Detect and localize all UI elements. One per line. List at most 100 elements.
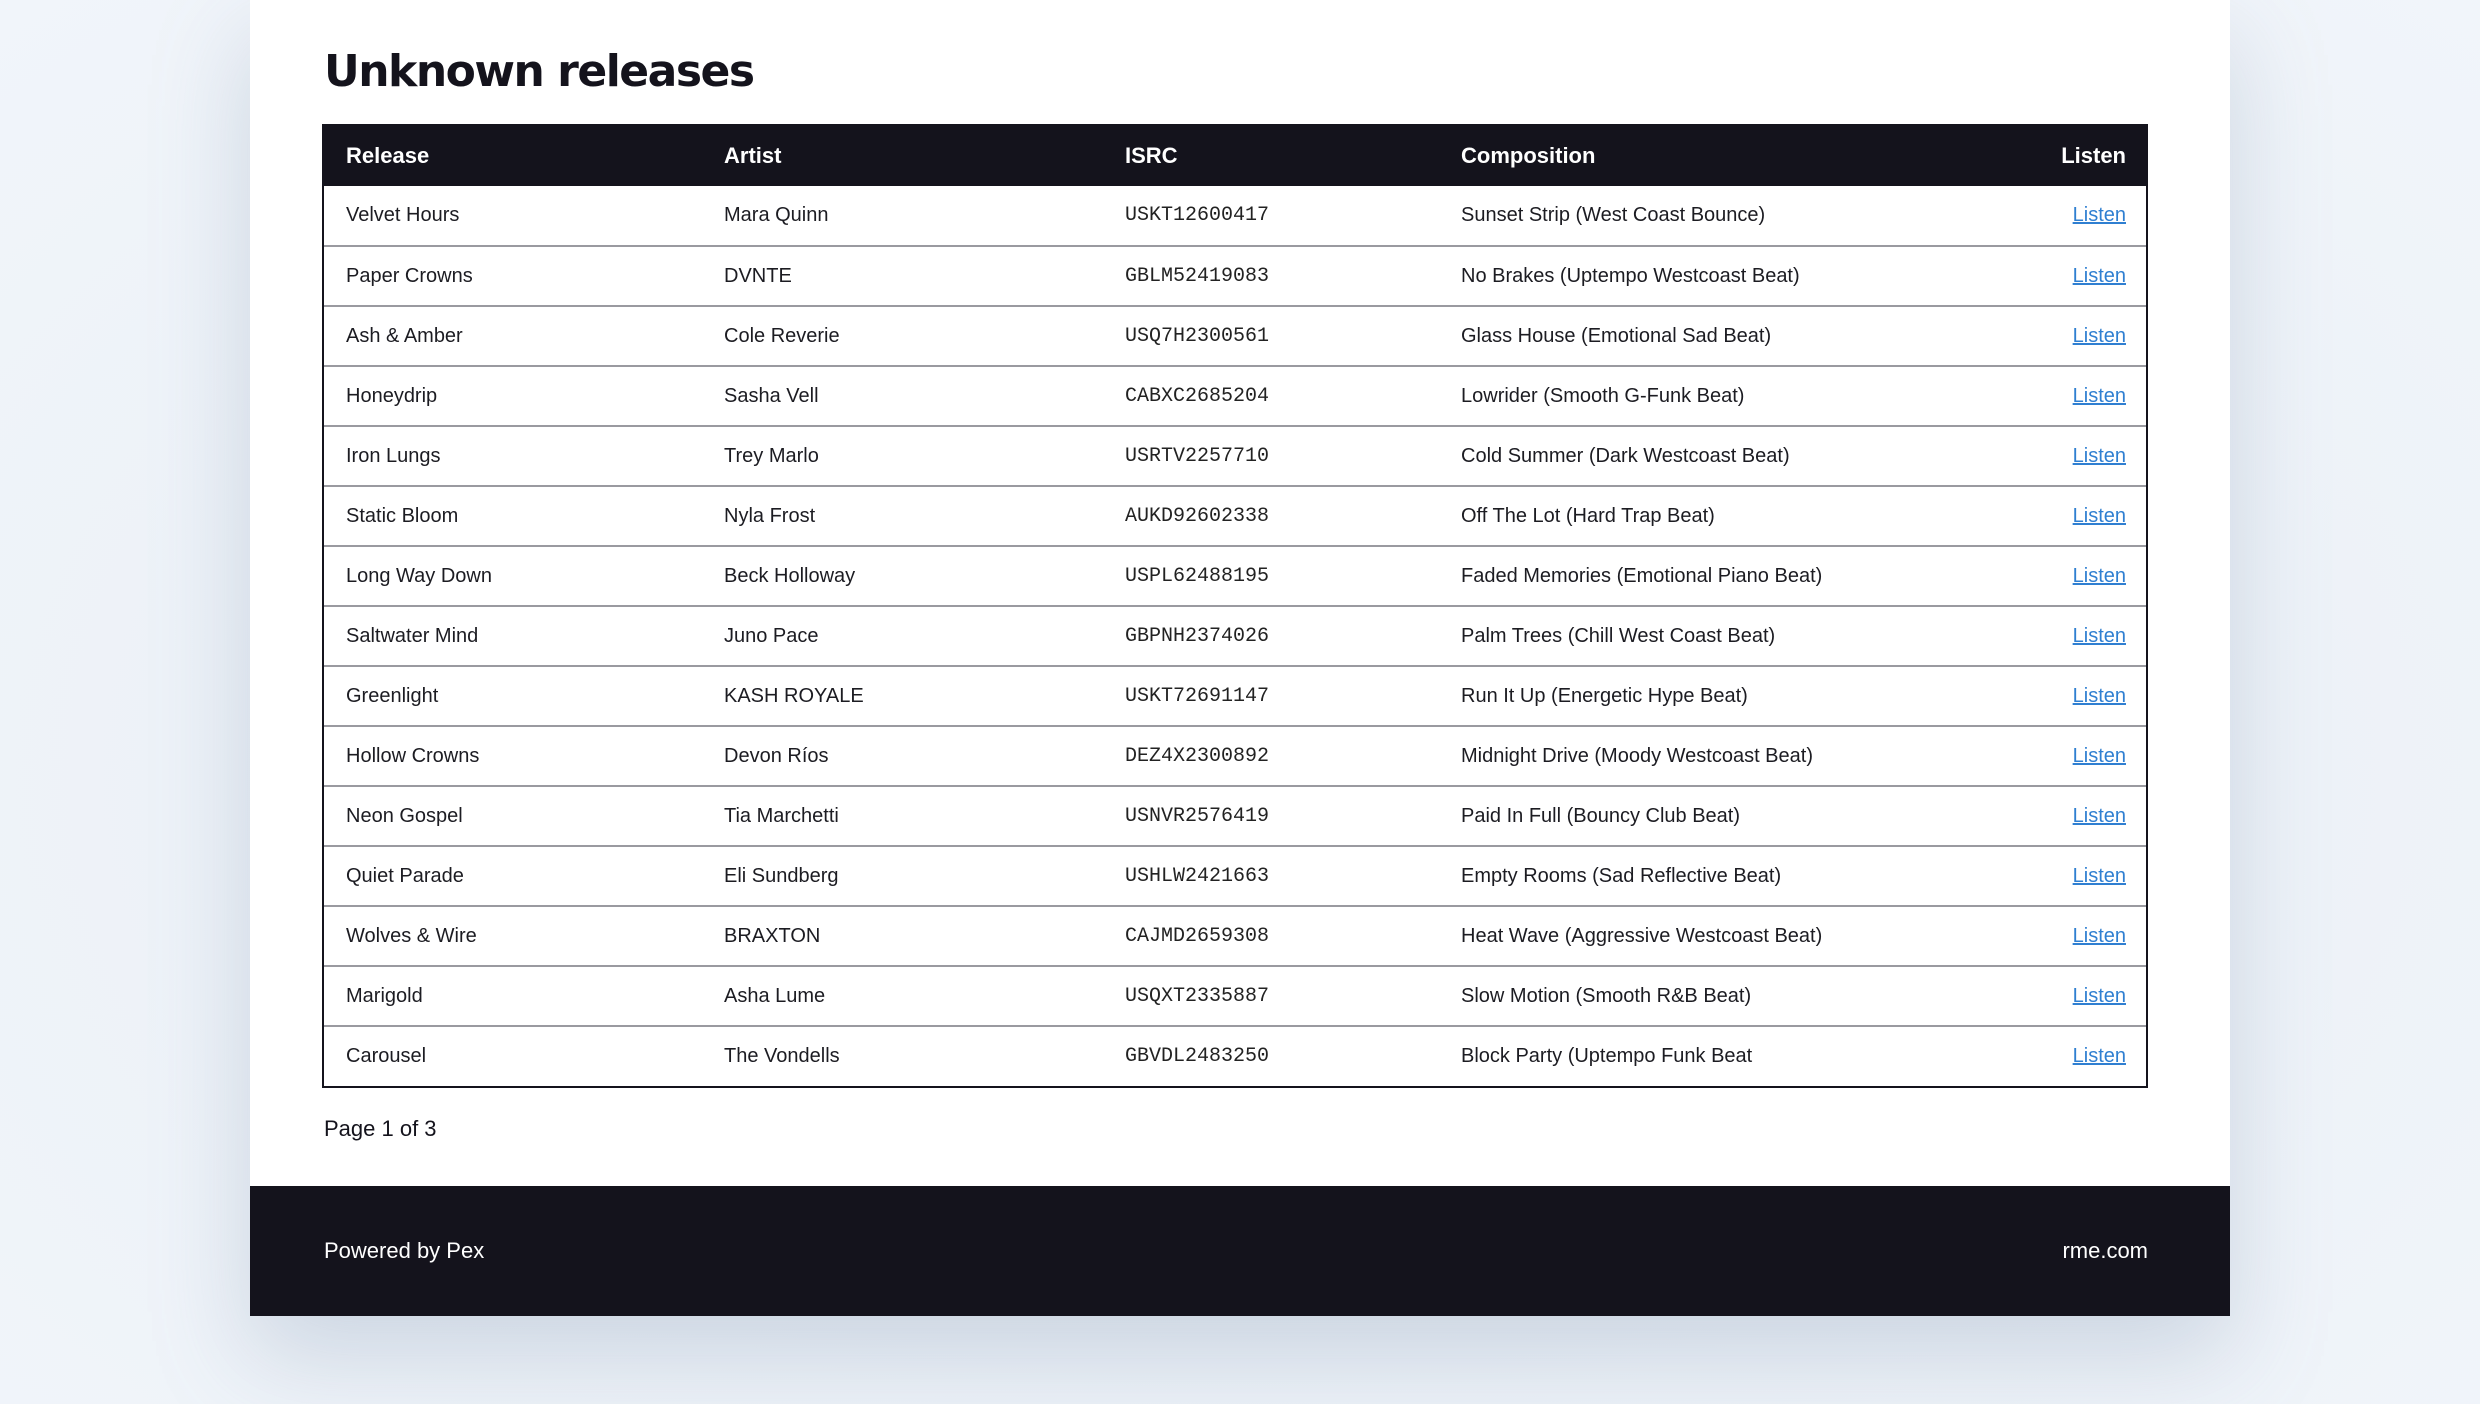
footer: Powered by Pex rme.com xyxy=(250,1186,2230,1316)
table-header: Release Artist ISRC Composition Listen xyxy=(324,126,2146,186)
composition-cell: Paid In Full (Bouncy Club Beat) xyxy=(1461,804,1741,827)
composition-cell: Glass House (Emotional Sad Beat) xyxy=(1461,324,1772,347)
table-row: Paper Crowns DVNTE GBLM52419083 No Brakes (… xyxy=(324,246,2146,306)
composition-cell: Sunset Strip (West Coast Bounce) xyxy=(1461,204,1766,226)
listen-link[interactable]: Listen xyxy=(2073,985,2126,1007)
release-cell: Saltwater Mind xyxy=(346,624,479,647)
table-row: Neon Gospel Tia Marchetti USNVR2576419 Paid… xyxy=(324,786,2146,846)
listen-cell: Listen xyxy=(1979,786,2146,846)
composition-cell: Off The Lot (Hard Trap Beat) xyxy=(1461,504,1715,527)
release-cell: Honeydrip xyxy=(346,384,438,407)
artist-cell: The Vondells xyxy=(724,1045,840,1067)
isrc-cell: GBLM52419083 xyxy=(1125,264,1270,288)
table-row: Saltwater Mind Juno Pace GBPNH2374026 Palm … xyxy=(324,606,2146,666)
table-row: Quiet Parade Eli Sundberg USHLW2421663 Empt… xyxy=(324,846,2146,906)
column-header-listen: Listen xyxy=(2061,143,2126,168)
listen-cell: Listen xyxy=(1979,726,2146,786)
column-header-artist: Artist xyxy=(724,143,782,168)
column-header-isrc: ISRC xyxy=(1125,143,1178,168)
releases-table-container: Release Artist ISRC Composition Listen V… xyxy=(322,124,2148,1088)
artist-cell: KASH ROYALE xyxy=(724,684,864,707)
listen-cell: Listen xyxy=(1979,186,2146,246)
page-title: Unknown releases xyxy=(324,46,755,97)
isrc-cell: USRTV2257710 xyxy=(1125,444,1270,468)
listen-cell: Listen xyxy=(1979,546,2146,606)
artist-cell: Trey Marlo xyxy=(724,444,819,467)
listen-cell: Listen xyxy=(1979,966,2146,1026)
table-row: Carousel The Vondells GBVDL2483250 Block Pa… xyxy=(324,1026,2146,1086)
release-cell: Iron Lungs xyxy=(346,444,441,467)
listen-link[interactable]: Listen xyxy=(2073,745,2126,767)
release-cell: Ash & Amber xyxy=(346,324,463,347)
composition-cell: Slow Motion (Smooth R&B Beat) xyxy=(1461,984,1752,1007)
listen-link[interactable]: Listen xyxy=(2073,565,2126,587)
artist-cell: DVNTE xyxy=(724,264,792,287)
column-header-composition: Composition xyxy=(1461,143,1596,168)
listen-cell: Listen xyxy=(1979,486,2146,546)
listen-link[interactable]: Listen xyxy=(2073,925,2126,947)
isrc-cell: USHLW2421663 xyxy=(1125,864,1270,888)
isrc-cell: USQXT2335887 xyxy=(1125,984,1270,1008)
artist-cell: Mara Quinn xyxy=(724,204,829,226)
composition-cell: Midnight Drive (Moody Westcoast Beat) xyxy=(1461,744,1813,767)
composition-cell: Heat Wave (Aggressive Westcoast Beat) xyxy=(1461,924,1823,947)
artist-cell: Beck Holloway xyxy=(724,564,856,587)
isrc-cell: CAJMD2659308 xyxy=(1125,924,1270,948)
release-cell: Paper Crowns xyxy=(346,264,473,287)
listen-link[interactable]: Listen xyxy=(2073,685,2126,707)
table-row: Static Bloom Nyla Frost AUKD92602338 Off Th… xyxy=(324,486,2146,546)
listen-link[interactable]: Listen xyxy=(2073,385,2126,407)
artist-cell: Eli Sundberg xyxy=(724,864,839,887)
pagination-label: Page 1 of 3 xyxy=(324,1116,437,1141)
isrc-cell: DEZ4X2300892 xyxy=(1125,744,1270,768)
release-cell: Quiet Parade xyxy=(346,864,464,887)
isrc-cell: CABXC2685204 xyxy=(1125,384,1270,408)
composition-cell: Lowrider (Smooth G-Funk Beat) xyxy=(1461,384,1745,407)
listen-link[interactable]: Listen xyxy=(2073,445,2126,467)
releases-card: Unknown releases Release Artist ISRC Com… xyxy=(250,0,2230,1316)
listen-link[interactable]: Listen xyxy=(2073,625,2126,647)
composition-cell: Empty Rooms (Sad Reflective Beat) xyxy=(1461,864,1782,887)
table-row: Honeydrip Sasha Vell CABXC2685204 Lowrider … xyxy=(324,366,2146,426)
listen-cell: Listen xyxy=(1979,906,2146,966)
isrc-cell: GBVDL2483250 xyxy=(1125,1045,1270,1068)
listen-cell: Listen xyxy=(1979,246,2146,306)
composition-cell: No Brakes (Uptempo Westcoast Beat) xyxy=(1461,264,1800,287)
isrc-cell: USNVR2576419 xyxy=(1125,804,1270,828)
release-cell: Neon Gospel xyxy=(346,804,463,827)
composition-cell: Run It Up (Energetic Hype Beat) xyxy=(1461,684,1748,707)
table-body: Velvet Hours Mara Quinn USKT12600417 Sunset… xyxy=(324,186,2146,1086)
release-cell: Carousel xyxy=(346,1045,427,1067)
listen-link[interactable]: Listen xyxy=(2073,204,2126,226)
release-cell: Static Bloom xyxy=(346,504,459,527)
isrc-cell: USKT72691147 xyxy=(1125,684,1270,708)
artist-cell: Asha Lume xyxy=(724,984,826,1007)
listen-cell: Listen xyxy=(1979,1026,2146,1086)
table-row: Marigold Asha Lume USQXT2335887 Slow Motion… xyxy=(324,966,2146,1026)
footer-site-link[interactable]: rme.com xyxy=(2062,1238,2148,1264)
footer-powered-by: Powered by Pex xyxy=(324,1238,485,1263)
listen-link[interactable]: Listen xyxy=(2073,265,2126,287)
composition-cell: Palm Trees (Chill West Coast Beat) xyxy=(1461,624,1776,647)
table-row: Greenlight KASH ROYALE USKT72691147 Run It … xyxy=(324,666,2146,726)
composition-cell: Block Party (Uptempo Funk Beat xyxy=(1461,1045,1753,1067)
isrc-cell: GBPNH2374026 xyxy=(1125,624,1270,648)
release-cell: Wolves & Wire xyxy=(346,924,477,947)
artist-cell: Nyla Frost xyxy=(724,504,816,527)
column-header-release: Release xyxy=(346,143,430,168)
table-row: Ash & Amber Cole Reverie USQ7H2300561 Glass… xyxy=(324,306,2146,366)
listen-cell: Listen xyxy=(1979,846,2146,906)
table-row: Velvet Hours Mara Quinn USKT12600417 Sunset… xyxy=(324,186,2146,246)
listen-link[interactable]: Listen xyxy=(2073,505,2126,527)
isrc-cell: USQ7H2300561 xyxy=(1125,324,1270,348)
listen-link[interactable]: Listen xyxy=(2073,325,2126,347)
release-cell: Hollow Crowns xyxy=(346,744,480,767)
release-cell: Long Way Down xyxy=(346,564,492,587)
artist-cell: Tia Marchetti xyxy=(724,804,839,827)
listen-link[interactable]: Listen xyxy=(2073,805,2126,827)
table-row: Iron Lungs Trey Marlo USRTV2257710 Cold Sum… xyxy=(324,426,2146,486)
release-cell: Marigold xyxy=(346,984,423,1007)
listen-link[interactable]: Listen xyxy=(2073,1045,2126,1067)
listen-cell: Listen xyxy=(1979,606,2146,666)
listen-link[interactable]: Listen xyxy=(2073,865,2126,887)
